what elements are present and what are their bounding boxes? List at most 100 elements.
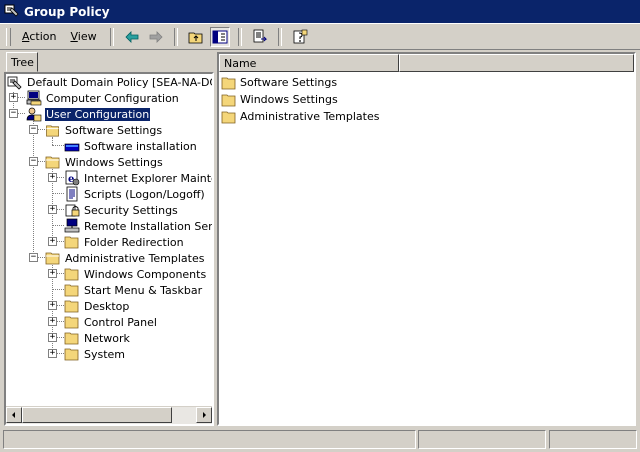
column-header-blank[interactable] <box>399 54 634 72</box>
scripts-icon <box>66 186 78 202</box>
tree-item-label: Internet Explorer Maintena <box>84 171 212 185</box>
status-panel-main <box>3 430 416 449</box>
tree-item-remote-installation[interactable]: Remote Installation Service <box>64 218 212 234</box>
tree-item-label: Software installation <box>84 139 197 153</box>
export-list-button[interactable] <box>250 27 270 47</box>
title-bar[interactable]: Group Policy <box>0 0 640 24</box>
scroll-right-button[interactable] <box>196 407 212 423</box>
toolbar-separator <box>277 27 282 46</box>
help-button[interactable] <box>290 27 310 47</box>
tree-item-computer-configuration[interactable]: Computer Configuration <box>26 90 180 106</box>
forward-button[interactable] <box>146 27 166 47</box>
policy-icon <box>7 76 22 90</box>
column-header-name[interactable]: Name <box>219 54 399 72</box>
status-bar <box>0 428 640 452</box>
up-folder-icon <box>188 32 202 43</box>
tree-item-security-settings[interactable]: Security Settings <box>64 202 179 218</box>
tree-item-administrative-templates[interactable]: Administrative Templates <box>45 250 206 266</box>
scroll-right-arrow-icon <box>203 412 206 418</box>
back-button[interactable] <box>122 27 142 47</box>
list-item-label: Administrative Templates <box>240 110 380 123</box>
folder-icon <box>221 111 236 123</box>
list-item-label: Software Settings <box>240 76 338 89</box>
toolbar-grip[interactable] <box>6 27 11 46</box>
folder-icon <box>221 94 236 106</box>
tree-view[interactable]: + − − − + + + − + + + + + Default Domain… <box>6 74 212 407</box>
expand-ie-maintenance[interactable]: + <box>48 173 57 182</box>
tree-item-label: Folder Redirection <box>84 235 184 249</box>
collapse-software-settings[interactable]: − <box>29 125 38 134</box>
menu-action[interactable]: Action <box>15 28 63 45</box>
tree-item-windows-settings[interactable]: Windows Settings <box>45 154 164 170</box>
tree-item-software-installation[interactable]: Software installation <box>64 138 198 154</box>
computer-icon <box>26 90 42 106</box>
tree-item-label: Windows Components <box>84 267 207 281</box>
collapse-user-configuration[interactable]: − <box>9 109 18 118</box>
tab-tree-label: Tree <box>11 56 34 69</box>
tree-item-windows-components[interactable]: Windows Components <box>64 266 207 282</box>
scroll-left-button[interactable] <box>6 407 22 423</box>
open-folder-icon <box>45 156 60 169</box>
tab-tree[interactable]: Tree <box>6 52 38 72</box>
expand-security-settings[interactable]: + <box>48 205 57 214</box>
tree-item-folder-redirection[interactable]: Folder Redirection <box>64 234 185 250</box>
collapse-windows-settings[interactable]: − <box>29 157 38 166</box>
tree-item-label: Remote Installation Service <box>84 219 212 233</box>
list-item-software-settings[interactable]: Software Settings <box>221 74 337 91</box>
ie-maintenance-icon: e <box>65 170 80 186</box>
toolbar-separator <box>109 27 114 46</box>
tree-horizontal-scrollbar[interactable] <box>6 406 212 424</box>
scroll-thumb[interactable] <box>22 407 172 423</box>
expand-network[interactable]: + <box>48 333 57 342</box>
list-item-windows-settings[interactable]: Windows Settings <box>221 91 338 108</box>
tree-item-label: Desktop <box>84 299 130 313</box>
tree-item-scripts[interactable]: Scripts (Logon/Logoff) <box>64 186 206 202</box>
folder-icon <box>64 236 79 249</box>
window-title: Group Policy <box>24 4 110 19</box>
menu-view[interactable]: View <box>63 28 103 45</box>
menu-action-rest: ction <box>29 30 57 43</box>
menu-view-rest: iew <box>77 30 97 43</box>
show-hide-tree-icon <box>212 30 228 43</box>
status-panel-secondary <box>418 430 546 449</box>
folder-icon <box>64 284 79 297</box>
back-arrow-icon <box>125 30 138 43</box>
tree-item-software-settings[interactable]: Software Settings <box>45 122 163 138</box>
tree-item-start-menu-taskbar[interactable]: Start Menu & Taskbar <box>64 282 203 298</box>
menu-view-accel: V <box>70 30 78 43</box>
folder-icon <box>64 332 79 345</box>
open-folder-icon <box>45 252 60 265</box>
tree-item-desktop[interactable]: Desktop <box>64 298 130 314</box>
up-one-level-button[interactable] <box>186 27 206 47</box>
remote-installation-icon <box>64 218 80 233</box>
expand-control-panel[interactable]: + <box>48 317 57 326</box>
export-list-icon <box>253 29 267 42</box>
security-settings-icon <box>65 204 80 217</box>
column-header-row: Name <box>219 54 634 72</box>
list-item-administrative-templates[interactable]: Administrative Templates <box>221 108 380 125</box>
group-policy-window: Group Policy Action View Tree + − − − + … <box>0 0 640 452</box>
expand-system[interactable]: + <box>48 349 57 358</box>
tree-item-user-configuration[interactable]: User Configuration <box>26 106 152 122</box>
folder-icon <box>64 348 79 361</box>
tree-item-label: System <box>84 347 126 361</box>
tree-item-network[interactable]: Network <box>64 330 131 346</box>
tree-item-ie-maintenance[interactable]: e Internet Explorer Maintena <box>64 170 212 186</box>
show-hide-tree-button[interactable] <box>209 26 230 47</box>
tree-item-system[interactable]: System <box>64 346 126 362</box>
expand-desktop[interactable]: + <box>48 301 57 310</box>
expand-computer-configuration[interactable]: + <box>9 93 18 102</box>
expand-folder-redirection[interactable]: + <box>48 237 57 246</box>
user-icon <box>26 107 42 122</box>
collapse-administrative-templates[interactable]: − <box>29 253 38 262</box>
tree-item-root[interactable]: Default Domain Policy [SEA-NA-DC-01. <box>7 74 212 90</box>
expand-windows-components[interactable]: + <box>48 269 57 278</box>
folder-icon <box>221 77 236 89</box>
tree-item-control-panel[interactable]: Control Panel <box>64 314 158 330</box>
tree-item-label: Control Panel <box>84 315 157 329</box>
tree-item-label: Scripts (Logon/Logoff) <box>84 187 205 201</box>
tree-item-label: Administrative Templates <box>65 251 205 265</box>
folder-icon <box>64 300 79 313</box>
open-folder-icon <box>46 124 59 136</box>
status-panel-tertiary <box>549 430 637 449</box>
